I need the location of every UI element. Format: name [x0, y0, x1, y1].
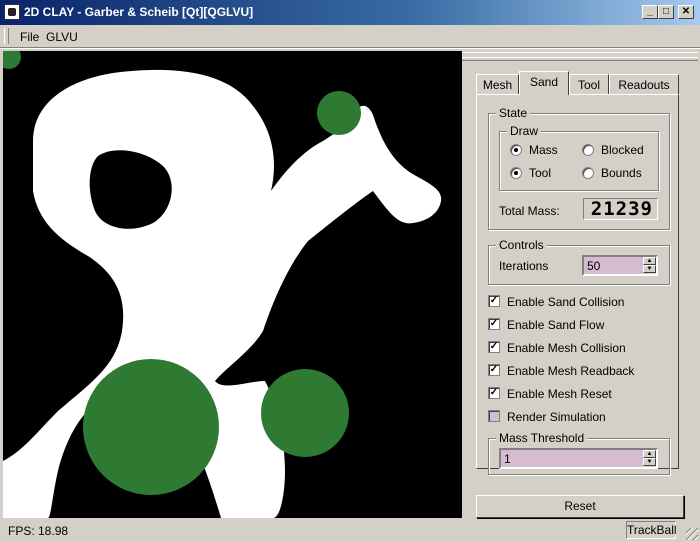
spin-up-icon[interactable]: ▲ — [643, 257, 656, 265]
window-title: 2D CLAY - Garber & Scheib [Qt][QGLVU] — [24, 5, 254, 19]
checkbox-mesh-readback[interactable]: ✓ — [488, 364, 500, 376]
menu-grip — [4, 28, 9, 44]
radio-mass-label[interactable]: Mass — [529, 143, 558, 157]
draw-group — [499, 131, 659, 191]
radio-blocked-label[interactable]: Blocked — [601, 143, 644, 157]
checkbox-sand-collision[interactable]: ✓ — [488, 295, 500, 307]
menu-separator — [0, 47, 700, 49]
title-bar: 2D CLAY - Garber & Scheib [Qt][QGLVU] _ … — [0, 0, 700, 25]
checkbox-sand-collision-label[interactable]: Enable Sand Collision — [507, 295, 624, 309]
fps-readout: FPS: 18.98 — [8, 524, 69, 538]
checkbox-mesh-collision[interactable]: ✓ — [488, 341, 500, 353]
tab-sand[interactable]: Sand — [519, 71, 569, 95]
radio-mass[interactable] — [510, 144, 522, 156]
simulation-viewport[interactable] — [3, 51, 462, 518]
total-mass-label: Total Mass: — [499, 204, 560, 218]
controls-group-title: Controls — [496, 238, 547, 252]
minimize-button[interactable]: _ — [642, 5, 658, 19]
tool-circle-medium — [261, 369, 349, 457]
maximize-button[interactable]: □ — [658, 5, 674, 19]
checkbox-mesh-reset-label[interactable]: Enable Mesh Reset — [507, 387, 612, 401]
resize-grip-icon[interactable] — [686, 528, 698, 540]
radio-bounds[interactable] — [582, 167, 594, 179]
close-button[interactable]: ✕ — [678, 5, 694, 19]
spin-up-icon[interactable]: ▲ — [643, 450, 656, 458]
menu-file[interactable]: File — [20, 30, 39, 44]
checkbox-render-simulation-label[interactable]: Render Simulation — [507, 410, 606, 424]
mass-threshold-title: Mass Threshold — [496, 431, 588, 445]
mass-threshold-stepper[interactable]: ▲ ▼ — [643, 450, 656, 467]
clay-canvas[interactable] — [3, 51, 462, 518]
iterations-stepper[interactable]: ▲ ▼ — [643, 257, 656, 274]
total-mass-display: 21239 — [583, 198, 658, 220]
tool-circle-small — [317, 91, 361, 135]
checkbox-mesh-readback-label[interactable]: Enable Mesh Readback — [507, 364, 634, 378]
spin-down-icon[interactable]: ▼ — [643, 458, 656, 466]
navigation-mode: TrackBall — [626, 521, 677, 539]
iterations-label: Iterations — [499, 259, 549, 273]
draw-group-title: Draw — [507, 124, 542, 138]
mass-threshold-value[interactable]: 1 — [504, 452, 511, 466]
mass-threshold-spinbox[interactable]: 1 ▲ ▼ — [499, 448, 658, 469]
iterations-value[interactable]: 50 — [587, 259, 600, 273]
spin-down-icon[interactable]: ▼ — [643, 265, 656, 273]
radio-tool-label[interactable]: Tool — [529, 166, 551, 180]
checkbox-render-simulation[interactable] — [488, 410, 500, 422]
radio-blocked[interactable] — [582, 144, 594, 156]
app-icon — [4, 4, 20, 20]
checkbox-mesh-collision-label[interactable]: Enable Mesh Collision — [507, 341, 626, 355]
radio-tool[interactable] — [510, 167, 522, 179]
reset-button[interactable]: Reset — [476, 495, 684, 518]
menu-bar: File GLVU — [0, 25, 700, 47]
checkbox-mesh-reset[interactable]: ✓ — [488, 387, 500, 399]
tab-tool[interactable]: Tool — [569, 74, 609, 94]
status-bar: FPS: 18.98 TrackBall — [0, 521, 700, 542]
iterations-spinbox[interactable]: 50 ▲ ▼ — [582, 255, 658, 276]
dock-handle-secondary[interactable] — [462, 57, 698, 61]
radio-bounds-label[interactable]: Bounds — [601, 166, 642, 180]
tool-circle-large — [83, 359, 219, 495]
checkbox-sand-flow[interactable]: ✓ — [488, 318, 500, 330]
tab-mesh[interactable]: Mesh — [476, 74, 519, 94]
tab-readouts[interactable]: Readouts — [609, 74, 679, 94]
menu-glvu[interactable]: GLVU — [46, 30, 78, 44]
checkbox-sand-flow-label[interactable]: Enable Sand Flow — [507, 318, 604, 332]
state-group-title: State — [496, 106, 531, 120]
